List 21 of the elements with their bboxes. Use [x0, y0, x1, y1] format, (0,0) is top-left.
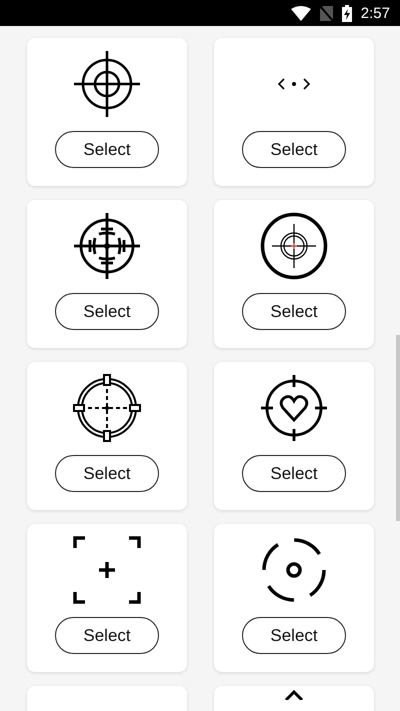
select-button[interactable]: Select	[242, 455, 346, 492]
heart-reticle-icon	[260, 374, 328, 442]
select-button[interactable]: Select	[242, 293, 346, 330]
caret-icon	[284, 690, 304, 700]
wifi-icon	[290, 6, 311, 20]
select-button[interactable]: Select	[55, 455, 159, 492]
dot-reticle-icon	[260, 536, 328, 604]
select-button[interactable]: Select	[55, 293, 159, 330]
crosshair-icon	[73, 374, 141, 442]
battery-charging-icon	[342, 4, 352, 22]
clock: 2:57	[360, 6, 390, 20]
select-button[interactable]: Select	[242, 617, 346, 654]
focus-frame-icon	[73, 536, 141, 604]
crosshair-icon	[73, 50, 141, 118]
select-button[interactable]: Select	[55, 131, 159, 168]
select-button[interactable]: Select	[242, 131, 346, 168]
select-button[interactable]: Select	[55, 617, 159, 654]
no-sim-icon	[320, 6, 333, 20]
angle-brackets-icon	[277, 78, 311, 90]
crosshair-icon	[73, 212, 141, 280]
scope-reticle-icon	[260, 212, 328, 280]
